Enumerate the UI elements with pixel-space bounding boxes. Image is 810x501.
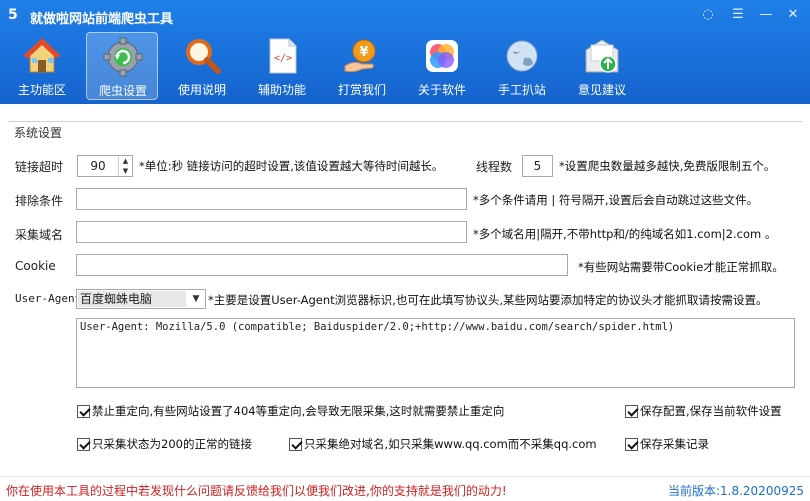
threads-label: 线程数: [476, 160, 513, 174]
toolbar-label: 辅助功能: [257, 83, 306, 97]
checkbox-checked-icon[interactable]: [77, 404, 90, 418]
cookie-input[interactable]: [76, 254, 568, 276]
save-config-label[interactable]: 保存配置,保存当前软件设置: [640, 403, 782, 419]
close-button[interactable]: ✕: [782, 5, 804, 25]
toolbar-item-donate[interactable]: ¥ 打赏我们: [326, 32, 398, 100]
toolbar-item-about[interactable]: 关于软件: [406, 32, 478, 100]
user-agent-hint: *主要是设置User-Agent浏览器标识,也可在此填写协议头,某些网站要添加特…: [208, 293, 768, 307]
no-redirect-checkbox[interactable]: 禁止重定向,有些网站设置了404等重定向,会导致无限采集,这时就需要禁止重定向: [77, 403, 504, 419]
toolbar-item-main[interactable]: 主功能区: [6, 32, 78, 100]
globe-icon: [506, 40, 538, 72]
mail-upload-icon: [585, 39, 619, 73]
toolbar-label: 爬虫设置: [98, 84, 147, 98]
version-label: 当前版本:1.8.20200925: [667, 484, 804, 498]
checkbox-checked-icon[interactable]: [625, 437, 638, 451]
timeout-hint: *单位:秒 链接访问的超时设置,该值设置越大等待时间越长。: [139, 159, 444, 173]
app-colors-icon: [426, 40, 458, 72]
skin-button[interactable]: ◌: [697, 5, 719, 25]
save-config-checkbox[interactable]: 保存配置,保存当前软件设置: [625, 403, 782, 419]
save-log-label[interactable]: 保存采集记录: [640, 436, 709, 452]
only-200-checkbox[interactable]: 只采集状态为200的正常的链接: [77, 436, 252, 452]
toolbar-label: 打赏我们: [337, 83, 386, 97]
toolbar-label: 使用说明: [177, 83, 226, 97]
domain-label: 采集域名: [15, 228, 64, 242]
domain-hint: *多个域名用|隔开,不带http和/的纯域名如1.com|2.com 。: [473, 227, 777, 241]
toolbar-item-crawler-settings[interactable]: 爬虫设置: [86, 32, 158, 100]
group-title: 系统设置: [14, 124, 67, 141]
minimize-button[interactable]: —: [755, 5, 777, 25]
svg-text:¥: ¥: [359, 45, 368, 60]
user-agent-select[interactable]: 百度蜘蛛电脑 ▼: [76, 289, 206, 309]
app-logo-icon: 5: [8, 7, 18, 23]
yen-hand-icon: ¥: [344, 39, 376, 73]
toolbar-item-auxiliary[interactable]: </> 辅助功能: [246, 32, 318, 100]
magnifier-icon: [186, 39, 221, 74]
main-toolbar: 主功能区 爬虫设置 使用说明 </> 辅助功能 ¥ 打赏我们 关于软件 手工扒站…: [0, 30, 810, 104]
gear-refresh-icon: [103, 37, 143, 77]
domain-input[interactable]: [76, 221, 467, 243]
status-message: 你在使用本工具的过程中若发现什么问题请反馈给我们以便我们改进,你的支持就是我们的…: [6, 484, 507, 498]
exclude-hint: *多个条件请用 | 符号隔开,设置后会自动跳过这些文件。: [473, 193, 759, 207]
save-log-checkbox[interactable]: 保存采集记录: [625, 436, 709, 452]
svg-text:</>: </>: [274, 53, 292, 64]
toolbar-item-manual-scrape[interactable]: 手工扒站: [486, 32, 558, 100]
toolbar-label: 主功能区: [17, 83, 66, 97]
user-agent-label: User-Agent: [15, 292, 82, 305]
toolbar-label: 意见建议: [577, 83, 626, 97]
timeout-value[interactable]: 90: [78, 156, 118, 176]
spin-up-icon[interactable]: ▲: [119, 156, 132, 166]
toolbar-item-feedback[interactable]: 意见建议: [566, 32, 638, 100]
absolute-domain-label[interactable]: 只采集绝对域名,如只采集www.qq.com而不采集qq.com: [304, 436, 597, 452]
timeout-stepper[interactable]: 90 ▲ ▼: [77, 155, 133, 177]
threads-input[interactable]: 5: [522, 155, 553, 177]
menu-button[interactable]: ☰: [727, 5, 749, 25]
user-agent-selected[interactable]: 百度蜘蛛电脑: [78, 291, 186, 307]
status-bar: 你在使用本工具的过程中若发现什么问题请反馈给我们以便我们改进,你的支持就是我们的…: [0, 476, 810, 501]
timeout-label: 链接超时: [15, 160, 64, 174]
checkbox-checked-icon[interactable]: [625, 404, 638, 418]
code-document-icon: </>: [269, 38, 297, 74]
checkbox-checked-icon[interactable]: [77, 437, 90, 451]
home-icon: [23, 38, 61, 73]
user-agent-textarea[interactable]: User-Agent: Mozilla/5.0 (compatible; Bai…: [76, 318, 795, 388]
cookie-label: Cookie: [15, 259, 56, 273]
toolbar-label: 手工扒站: [497, 83, 546, 97]
no-redirect-label[interactable]: 禁止重定向,有些网站设置了404等重定向,会导致无限采集,这时就需要禁止重定向: [92, 403, 504, 419]
checkbox-checked-icon[interactable]: [289, 437, 302, 451]
absolute-domain-checkbox[interactable]: 只采集绝对域名,如只采集www.qq.com而不采集qq.com: [289, 436, 597, 452]
exclude-input[interactable]: [76, 188, 467, 210]
exclude-label: 排除条件: [15, 194, 64, 208]
timeout-stepper-arrows[interactable]: ▲ ▼: [118, 156, 132, 176]
app-title: 就做啦网站前端爬虫工具: [30, 12, 174, 27]
app-header: 5 就做啦网站前端爬虫工具 ◌ ☰ — ✕ 主功能区 爬虫设置 使用说明 </>…: [0, 0, 810, 104]
spin-down-icon[interactable]: ▼: [119, 166, 132, 176]
toolbar-item-instructions[interactable]: 使用说明: [166, 32, 238, 100]
only-200-label[interactable]: 只采集状态为200的正常的链接: [92, 436, 252, 452]
title-bar: 5 就做啦网站前端爬虫工具 ◌ ☰ — ✕: [0, 0, 810, 30]
toolbar-label: 关于软件: [417, 83, 466, 97]
cookie-hint: *有些网站需要带Cookie才能正常抓取。: [578, 260, 784, 274]
threads-hint: *设置爬虫数量越多越快,免费版限制五个。: [559, 159, 776, 173]
chevron-down-icon[interactable]: ▼: [190, 290, 202, 308]
